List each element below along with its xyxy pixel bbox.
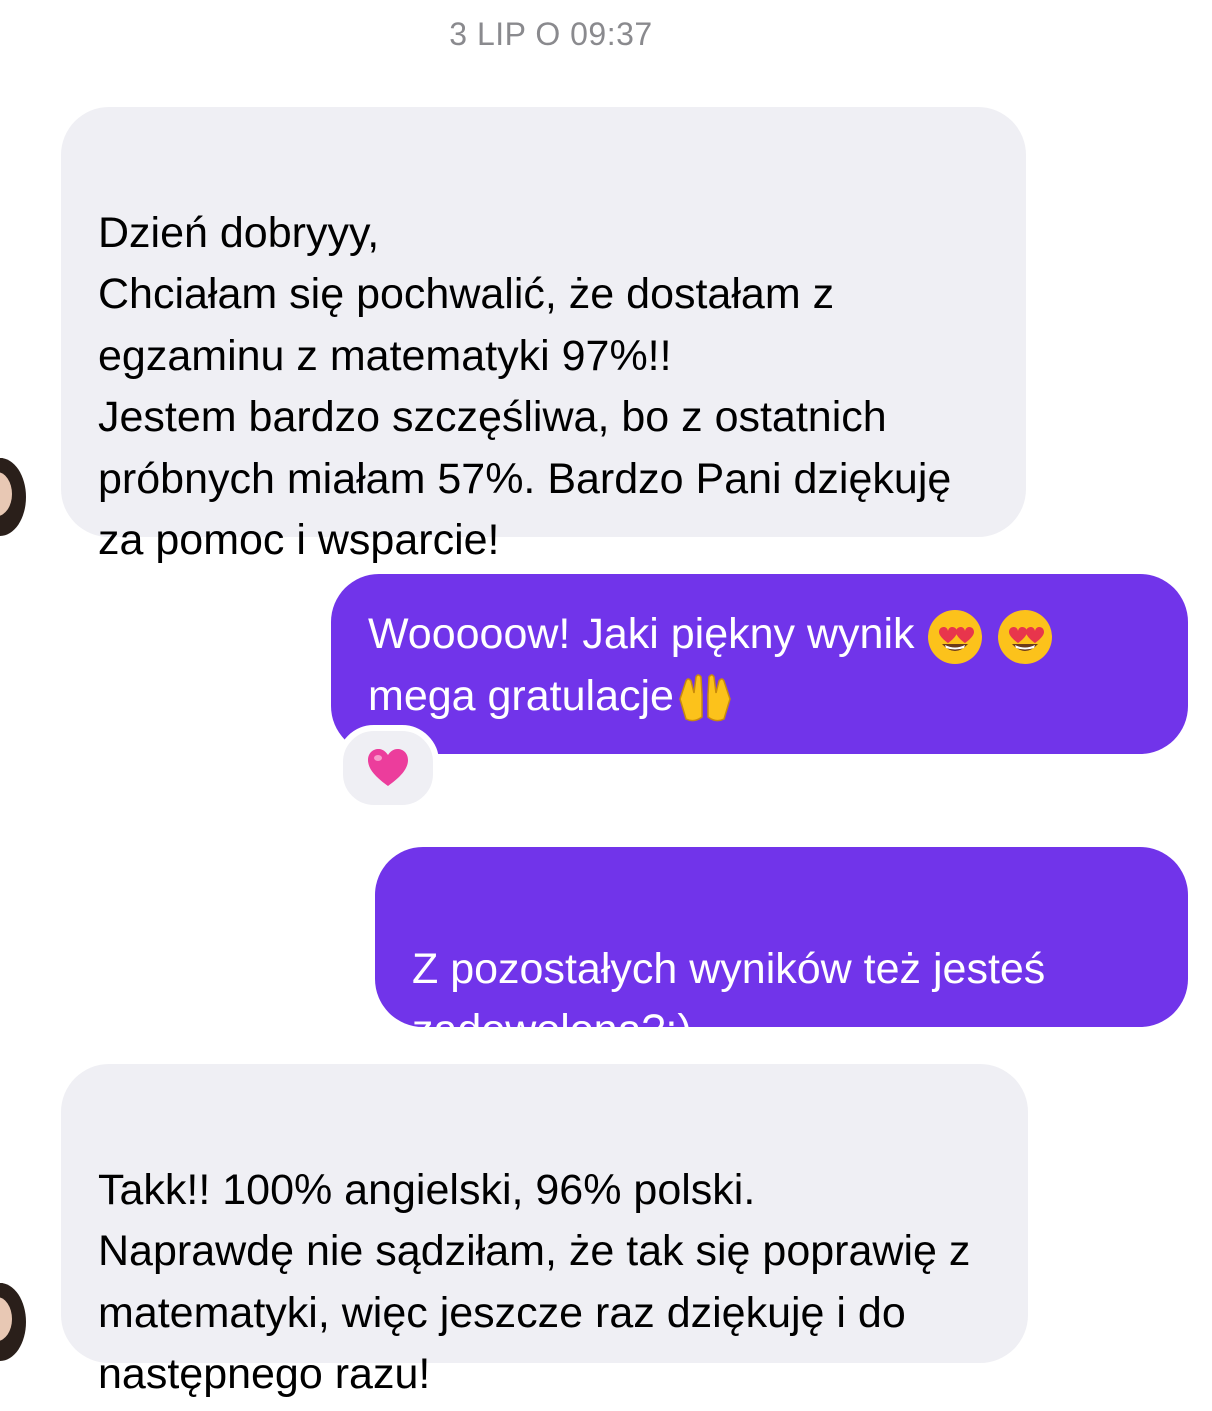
- message-text: Takk!! 100% angielski, 96% polski. Napra…: [98, 1165, 971, 1399]
- message-bubble-incoming[interactable]: Dzień dobryyy, Chciałam się pochwalić, ż…: [61, 107, 1026, 564]
- heart-eyes-emoji-icon: [996, 608, 1054, 666]
- message-bubble-outgoing[interactable]: Z pozostałych wyników też jesteś zadowol…: [375, 847, 1188, 1054]
- message-text: Z pozostałych wyników też jesteś zadowol…: [412, 944, 1046, 1055]
- chat-timestamp: 3 LIP O 09:37: [449, 16, 653, 52]
- pink-heart-icon: [366, 748, 410, 788]
- message-text-line: Wooooow! Jaki piękny wynik: [368, 610, 915, 658]
- message-text: Dzień dobryyy, Chciałam się pochwalić, ż…: [98, 208, 952, 565]
- message-text-line: mega gratulacje: [368, 671, 674, 720]
- avatar[interactable]: [0, 1283, 26, 1361]
- heart-eyes-emoji-icon: [926, 608, 984, 666]
- raising-hands-emoji-icon: [674, 669, 736, 727]
- message-bubble-outgoing[interactable]: Wooooow! Jaki piękny wynik mega gratulac…: [331, 574, 1188, 754]
- reaction-badge[interactable]: [337, 725, 439, 811]
- avatar[interactable]: [0, 458, 26, 536]
- message-bubble-incoming[interactable]: Takk!! 100% angielski, 96% polski. Napra…: [61, 1064, 1028, 1398]
